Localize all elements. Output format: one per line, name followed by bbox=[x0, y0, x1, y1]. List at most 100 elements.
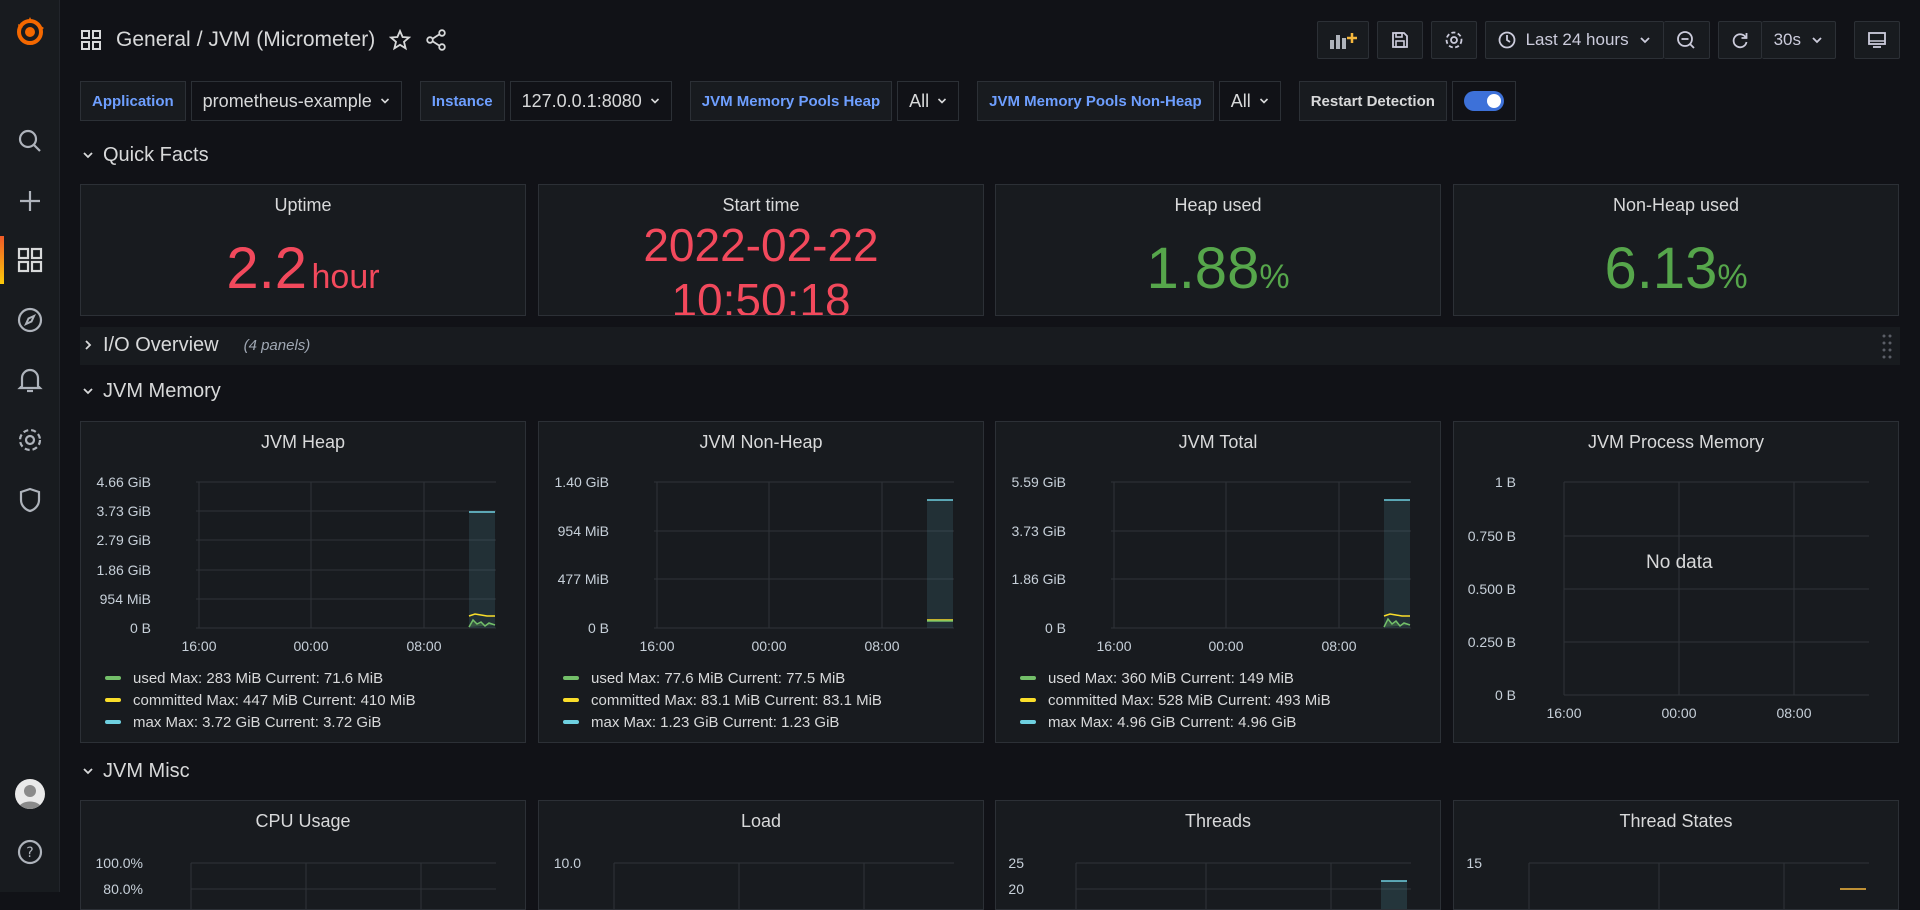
legend-item-max[interactable]: max Max: 3.72 GiB Current: 3.72 GiB bbox=[105, 711, 416, 733]
refresh-icon bbox=[1730, 30, 1750, 50]
row-title-text: I/O Overview bbox=[103, 333, 219, 356]
legend-item-used[interactable]: used Max: 360 MiB Current: 149 MiB bbox=[1020, 667, 1331, 689]
panel-load[interactable]: Load 10.0 bbox=[538, 800, 984, 910]
x-tick: 16:00 bbox=[639, 638, 674, 654]
y-tick: 80.0% bbox=[103, 881, 143, 897]
legend-item-committed[interactable]: committed Max: 528 MiB Current: 493 MiB bbox=[1020, 689, 1331, 711]
chevron-down-icon bbox=[650, 96, 660, 106]
row-jvm-memory[interactable]: JVM Memory bbox=[82, 377, 221, 405]
legend-item-committed[interactable]: committed Max: 83.1 MiB Current: 83.1 Mi… bbox=[563, 689, 882, 711]
configuration-gear-icon[interactable] bbox=[0, 416, 59, 464]
x-tick: 08:00 bbox=[864, 638, 899, 654]
create-plus-icon[interactable] bbox=[0, 177, 59, 225]
dashboards-icon[interactable] bbox=[0, 236, 59, 284]
legend-text: committed Max: 83.1 MiB Current: 83.1 Mi… bbox=[591, 691, 882, 709]
avatar bbox=[14, 779, 45, 809]
refresh-interval-label: 30s bbox=[1773, 30, 1801, 49]
server-admin-shield-icon[interactable] bbox=[0, 476, 59, 524]
help-icon[interactable]: ? bbox=[0, 828, 59, 876]
row-title-text: Quick Facts bbox=[103, 143, 209, 166]
variable-value: All bbox=[909, 90, 930, 111]
dashboard-settings-button[interactable] bbox=[1430, 21, 1477, 59]
y-tick: 5.59 GiB bbox=[1012, 474, 1066, 490]
heap-used-value: 1.88 bbox=[1146, 236, 1260, 301]
panel-cpu-usage[interactable]: CPU Usage 100.0% 80.0% bbox=[80, 800, 526, 910]
panel-title: Start time bbox=[722, 195, 800, 215]
variable-memory-pools-nonheap: JVM Memory Pools Non-Heap All bbox=[977, 81, 1281, 121]
chevron-down-icon bbox=[82, 765, 94, 777]
legend-item-committed[interactable]: committed Max: 447 MiB Current: 410 MiB bbox=[105, 689, 416, 711]
legend-item-max[interactable]: max Max: 4.96 GiB Current: 4.96 GiB bbox=[1020, 711, 1331, 733]
refresh-button[interactable] bbox=[1717, 21, 1762, 59]
uptime-value: 2.2 bbox=[226, 236, 308, 301]
panel-jvm-heap[interactable]: JVM Heap 4.66 GiB 3.73 GiB 2.79 GiB 1.86… bbox=[80, 421, 526, 743]
time-range-picker[interactable]: Last 24 hours bbox=[1484, 21, 1664, 59]
drag-handle-icon[interactable] bbox=[1882, 333, 1892, 359]
add-panel-button[interactable] bbox=[1316, 21, 1369, 59]
variable-select[interactable]: 127.0.0.1:8080 bbox=[509, 81, 672, 121]
variable-select[interactable]: All bbox=[1218, 81, 1281, 121]
legend-item-used[interactable]: used Max: 283 MiB Current: 71.6 MiB bbox=[105, 667, 416, 689]
legend-text: committed Max: 447 MiB Current: 410 MiB bbox=[133, 691, 416, 709]
x-tick: 08:00 bbox=[406, 638, 441, 654]
panel-jvm-nonheap[interactable]: JVM Non-Heap 1.40 GiB 954 MiB 477 MiB 0 … bbox=[538, 421, 984, 743]
save-dashboard-button[interactable] bbox=[1376, 21, 1423, 59]
star-icon[interactable] bbox=[389, 29, 412, 51]
y-tick: 0 B bbox=[130, 620, 151, 636]
breadcrumb-dashboard[interactable]: / JVM (Micrometer) bbox=[197, 28, 376, 52]
restart-detection-toggle[interactable] bbox=[1451, 81, 1516, 121]
panel-title: Uptime bbox=[274, 195, 332, 215]
uptime-unit: hour bbox=[311, 258, 380, 296]
variable-label: Instance bbox=[419, 81, 505, 121]
zoom-out-icon bbox=[1676, 30, 1696, 50]
toggle-switch[interactable] bbox=[1463, 91, 1504, 111]
tv-mode-button[interactable] bbox=[1854, 21, 1900, 59]
row-jvm-misc[interactable]: JVM Misc bbox=[82, 757, 190, 785]
panel-heap-used[interactable]: Heap used 1.88% bbox=[995, 184, 1441, 316]
zoom-out-button[interactable] bbox=[1663, 21, 1710, 59]
variable-select[interactable]: prometheus-example bbox=[190, 81, 402, 121]
legend-item-max[interactable]: max Max: 1.23 GiB Current: 1.23 GiB bbox=[563, 711, 882, 733]
alerting-bell-icon[interactable] bbox=[0, 356, 59, 404]
legend-text: used Max: 360 MiB Current: 149 MiB bbox=[1048, 669, 1294, 687]
breadcrumb-folder[interactable]: General bbox=[116, 28, 191, 52]
monitor-icon bbox=[1867, 30, 1887, 50]
cpu-usage-graph: 100.0% 80.0% bbox=[96, 855, 496, 909]
variable-select[interactable]: All bbox=[897, 81, 960, 121]
panel-nonheap-used[interactable]: Non-Heap used 6.13% bbox=[1453, 184, 1899, 316]
y-tick: 100.0% bbox=[96, 855, 143, 871]
row-quick-facts[interactable]: Quick Facts bbox=[82, 141, 209, 169]
nonheap-used-value: 6.13 bbox=[1604, 236, 1718, 301]
dashboards-grid-icon[interactable] bbox=[80, 29, 102, 51]
heap-used-unit: % bbox=[1259, 258, 1290, 296]
panel-thread-states[interactable]: Thread States 15 bbox=[1453, 800, 1899, 910]
legend-item-used[interactable]: used Max: 77.6 MiB Current: 77.5 MiB bbox=[563, 667, 882, 689]
search-icon[interactable] bbox=[0, 117, 59, 165]
gear-icon bbox=[1444, 30, 1464, 50]
chevron-down-icon bbox=[380, 96, 390, 106]
panel-jvm-process-memory[interactable]: JVM Process Memory 1 B 0.750 B 0.500 B 0… bbox=[1453, 421, 1899, 743]
explore-compass-icon[interactable] bbox=[0, 296, 59, 344]
x-tick: 08:00 bbox=[1776, 705, 1811, 721]
panel-start-time[interactable]: Start time 2022-02-22 10:50:18 bbox=[538, 184, 984, 316]
chevron-down-icon bbox=[1259, 96, 1269, 106]
y-tick: 15 bbox=[1466, 855, 1482, 871]
row-io-overview[interactable]: I/O Overview (4 panels) bbox=[82, 331, 310, 359]
chevron-down-icon bbox=[82, 385, 94, 397]
y-tick: 1.86 GiB bbox=[97, 562, 151, 578]
svg-text:?: ? bbox=[26, 845, 33, 861]
y-tick: 25 bbox=[1008, 855, 1024, 871]
y-tick: 2.79 GiB bbox=[97, 532, 151, 548]
y-tick: 10.0 bbox=[554, 855, 581, 871]
no-data-message: No data bbox=[1646, 552, 1713, 573]
y-tick: 20 bbox=[1008, 881, 1024, 897]
panel-threads[interactable]: Threads 25 20 bbox=[995, 800, 1441, 910]
panel-jvm-total[interactable]: JVM Total 5.59 GiB 3.73 GiB 1.86 GiB 0 B… bbox=[995, 421, 1441, 743]
x-tick: 08:00 bbox=[1321, 638, 1356, 654]
grafana-logo-icon[interactable] bbox=[0, 8, 59, 56]
refresh-interval-picker[interactable]: 30s bbox=[1761, 21, 1836, 59]
panel-uptime[interactable]: Uptime 2.2 hour bbox=[80, 184, 526, 316]
share-icon[interactable] bbox=[425, 29, 447, 51]
user-avatar[interactable] bbox=[0, 770, 59, 818]
row-io-overview-bar[interactable] bbox=[80, 327, 1900, 365]
